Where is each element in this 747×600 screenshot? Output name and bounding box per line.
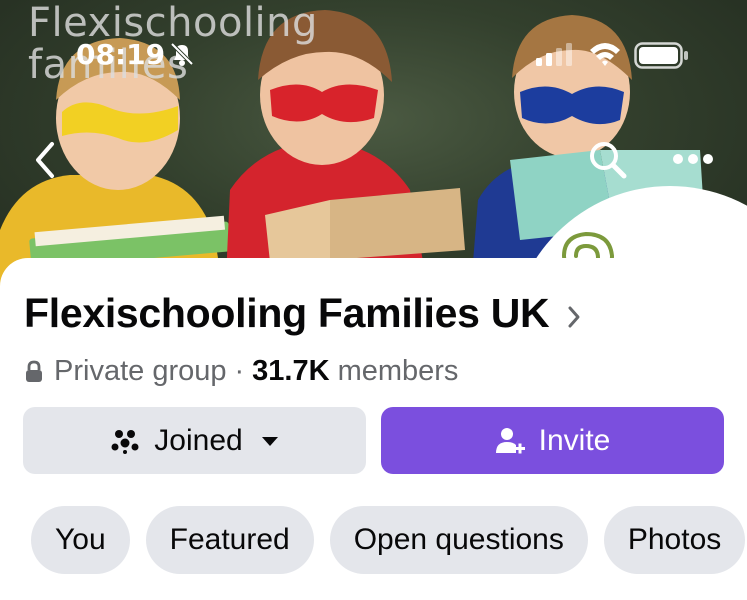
tab-featured[interactable]: Featured xyxy=(145,506,314,574)
privacy-label: Private group xyxy=(54,355,227,387)
battery-icon xyxy=(634,42,688,69)
invite-label: Invite xyxy=(538,423,611,457)
wifi-icon xyxy=(590,43,620,66)
member-label: members xyxy=(337,355,459,387)
tab-you[interactable]: You xyxy=(31,506,130,574)
chevron-right-icon xyxy=(568,306,580,327)
lock-icon xyxy=(26,360,42,382)
back-icon[interactable] xyxy=(28,140,64,180)
caret-down-icon xyxy=(261,436,278,446)
cover-photo[interactable]: Flexischooling families 08:19 xyxy=(0,0,747,300)
tab-photos[interactable]: Photos xyxy=(603,506,746,574)
member-count: 31.7K xyxy=(252,355,330,387)
group-meta: Private group · 31.7K members xyxy=(24,355,458,388)
add-person-icon xyxy=(495,427,525,453)
search-icon[interactable] xyxy=(586,138,630,182)
joined-label: Joined xyxy=(154,423,243,457)
status-time: 08:19 xyxy=(76,38,166,71)
group-tabs: You Featured Open questions Photos xyxy=(31,506,747,574)
group-members-icon xyxy=(111,429,139,454)
meta-separator: · xyxy=(234,355,245,387)
watermark-line-1: Flexischooling xyxy=(28,0,318,46)
joined-button[interactable]: Joined xyxy=(23,407,366,474)
group-title-link[interactable]: Flexischooling Families UK xyxy=(24,290,581,337)
more-icon[interactable] xyxy=(668,144,718,174)
group-name: Flexischooling Families UK xyxy=(24,290,550,336)
signal-icon xyxy=(536,43,572,66)
invite-button[interactable]: Invite xyxy=(381,407,724,474)
bell-slash-icon xyxy=(170,42,194,66)
tab-open-questions[interactable]: Open questions xyxy=(329,506,588,574)
